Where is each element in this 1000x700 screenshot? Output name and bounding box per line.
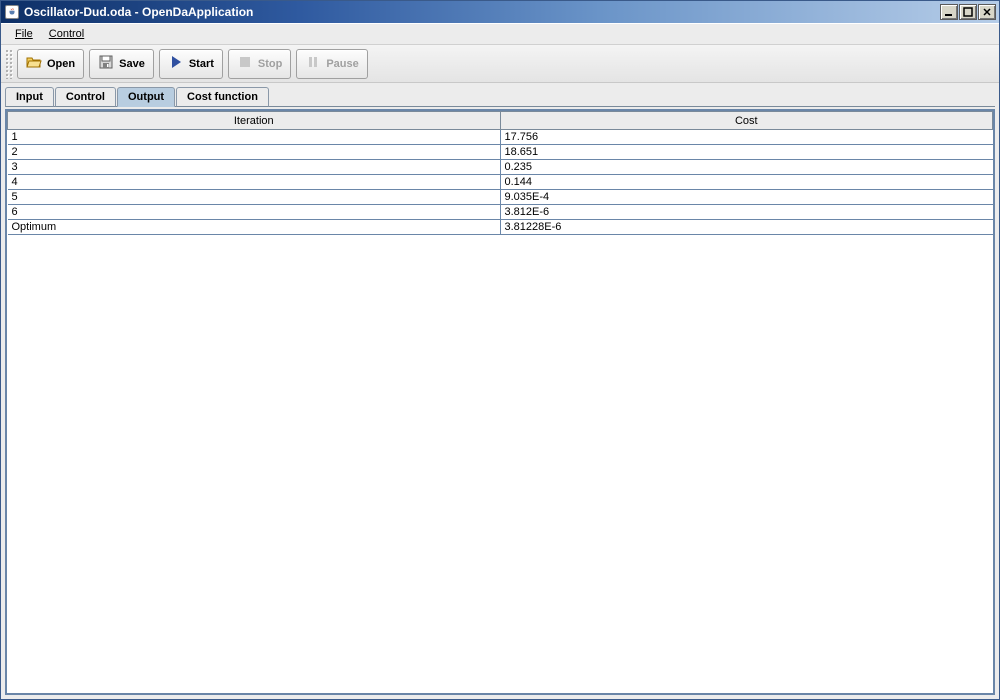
save-button[interactable]: Save [89,49,154,79]
open-button[interactable]: Open [17,49,84,79]
stop-label: Stop [258,58,282,70]
table-row: 218.651 [8,145,993,160]
title-bar: Oscillator-Dud.oda - OpenDaApplication [1,1,999,23]
maximize-button[interactable] [959,4,977,20]
tab-cost-function[interactable]: Cost function [176,87,269,107]
menu-bar: File Control [1,23,999,45]
tab-control[interactable]: Control [55,87,116,107]
floppy-disk-icon [98,54,114,73]
menu-file[interactable]: File [7,26,41,42]
table-row: Optimum3.81228E-6 [8,220,993,235]
output-table: Iteration Cost 117.756 218.651 30.235 40… [7,111,993,235]
stop-button[interactable]: Stop [228,49,291,79]
app-window: Oscillator-Dud.oda - OpenDaApplication F… [0,0,1000,700]
table-row: 117.756 [8,130,993,145]
table-row: 30.235 [8,160,993,175]
window-controls [939,4,996,20]
start-label: Start [189,58,214,70]
save-label: Save [119,58,145,70]
pause-icon [305,54,321,73]
toolbar: Open Save Start Stop Pause [1,45,999,83]
col-header-cost[interactable]: Cost [500,112,993,130]
table-row: 63.812E-6 [8,205,993,220]
pause-button[interactable]: Pause [296,49,367,79]
play-icon [168,54,184,73]
table-row: 59.035E-4 [8,190,993,205]
window-title: Oscillator-Dud.oda - OpenDaApplication [24,5,939,19]
pause-label: Pause [326,58,358,70]
tab-output[interactable]: Output [117,87,175,107]
folder-open-icon [26,54,42,73]
stop-icon [237,54,253,73]
toolbar-grip [5,49,13,79]
output-table-body: 117.756 218.651 30.235 40.144 59.035E-4 … [8,130,993,235]
open-label: Open [47,58,75,70]
minimize-button[interactable] [940,4,958,20]
tab-row: Input Control Output Cost function [1,85,999,107]
output-panel: Iteration Cost 117.756 218.651 30.235 40… [5,109,995,695]
tab-input[interactable]: Input [5,87,54,107]
java-cup-icon [5,5,19,19]
menu-control[interactable]: Control [41,26,92,42]
start-button[interactable]: Start [159,49,223,79]
col-header-iteration[interactable]: Iteration [8,112,501,130]
table-row: 40.144 [8,175,993,190]
close-button[interactable] [978,4,996,20]
